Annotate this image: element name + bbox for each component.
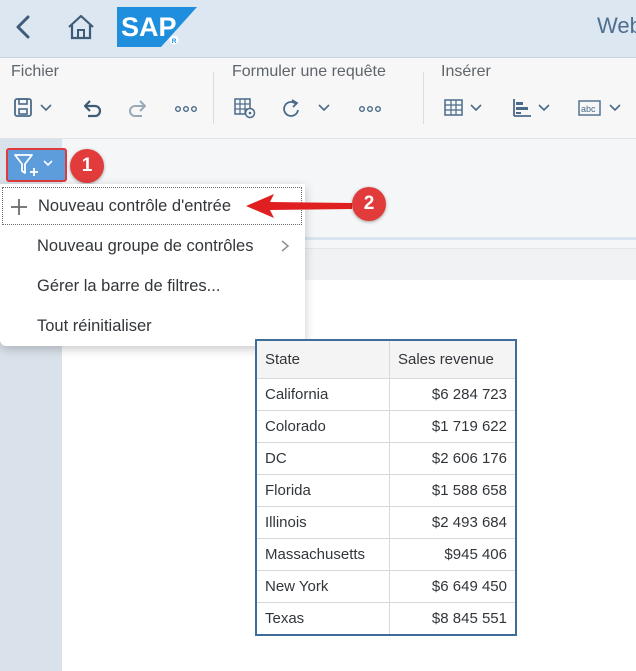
group-title-file: Fichier [11, 63, 60, 80]
column-header-sales-revenue[interactable]: Sales revenue [389, 341, 515, 379]
table-row: New York $6 649 450 [257, 570, 515, 603]
state-cell[interactable]: Illinois [257, 506, 390, 539]
svg-text:abc: abc [581, 104, 596, 114]
overflow-icon [359, 105, 382, 112]
revenue-cell[interactable]: $2 606 176 [389, 442, 515, 475]
revenue-cell[interactable]: $2 493 684 [389, 506, 515, 539]
insert-table-button[interactable] [443, 96, 485, 120]
sap-logo[interactable]: SAP R [117, 7, 197, 47]
revenue-cell[interactable]: $1 719 622 [389, 410, 515, 443]
redo-icon [129, 100, 146, 117]
table-row: DC $2 606 176 [257, 442, 515, 475]
app-title: Web [597, 13, 636, 38]
state-cell[interactable]: Florida [257, 474, 390, 507]
table-row: Massachusetts $945 406 [257, 538, 515, 571]
insert-text-button[interactable]: abc [578, 96, 626, 120]
table-icon [444, 99, 482, 116]
refresh-button[interactable] [280, 96, 336, 120]
toolbar: Fichier Formuler une requête Insérer abc [0, 58, 636, 139]
menu-item-label: Nouveau groupe de contrôles [37, 236, 254, 255]
more-file-button[interactable] [174, 96, 198, 120]
filter-add-icon [14, 154, 53, 176]
save-icon [14, 98, 52, 117]
overflow-icon [175, 105, 198, 112]
query-settings-button[interactable] [233, 96, 257, 120]
menu-item-manage-filter-bar[interactable]: Gérer la barre de filtres... [0, 266, 305, 306]
more-query-button[interactable] [358, 96, 382, 120]
refresh-icon [283, 99, 330, 117]
home-icon[interactable] [62, 9, 100, 45]
state-cell[interactable]: DC [257, 442, 390, 475]
menu-item-label: Nouveau contrôle d'entrée [38, 196, 232, 215]
table-header-row: State Sales revenue [257, 341, 515, 379]
group-title-insert: Insérer [441, 63, 491, 80]
plus-icon [11, 199, 27, 215]
undo-button[interactable] [80, 96, 104, 120]
column-header-state[interactable]: State [257, 341, 390, 379]
menu-item-label: Gérer la barre de filtres... [37, 276, 221, 295]
step-marker-1: 1 [70, 149, 104, 183]
sales-table: State Sales revenue California $6 284 723… [255, 339, 517, 636]
toolbar-separator [423, 72, 424, 124]
svg-text:R: R [172, 38, 177, 45]
toolbar-separator [213, 72, 214, 124]
insert-chart-button[interactable] [511, 96, 553, 120]
state-cell[interactable]: New York [257, 570, 390, 603]
group-title-query: Formuler une requête [232, 63, 386, 80]
add-filter-button[interactable] [6, 148, 67, 182]
revenue-cell[interactable]: $945 406 [389, 538, 515, 571]
step-marker-2: 2 [352, 187, 386, 221]
chevron-right-icon [281, 240, 290, 252]
revenue-cell[interactable]: $6 284 723 [389, 378, 515, 411]
text-cell-icon: abc [578, 100, 621, 116]
shell-header: SAP R Web [0, 0, 636, 58]
menu-item-label: Tout réinitialiser [37, 316, 152, 335]
revenue-cell[interactable]: $1 588 658 [389, 474, 515, 507]
undo-icon [83, 100, 102, 118]
revenue-cell[interactable]: $6 649 450 [389, 570, 515, 603]
revenue-cell[interactable]: $8 845 551 [390, 603, 516, 635]
bar-chart-icon [513, 99, 550, 117]
back-icon[interactable] [10, 12, 38, 42]
table-row: Texas $8 845 551 [257, 602, 516, 635]
svg-text:SAP: SAP [121, 12, 177, 42]
table-row: Illinois $2 493 684 [257, 506, 515, 539]
grid-settings-icon [234, 98, 256, 119]
annotation-arrow [246, 194, 352, 218]
state-cell[interactable]: Colorado [257, 410, 390, 443]
menu-item-new-control-group[interactable]: Nouveau groupe de contrôles [0, 226, 305, 266]
redo-button[interactable] [126, 96, 150, 120]
table-row: Colorado $1 719 622 [257, 410, 515, 443]
save-button[interactable] [12, 96, 56, 120]
state-cell[interactable]: California [257, 378, 390, 411]
state-cell[interactable]: Texas [257, 602, 390, 634]
table-row: Florida $1 588 658 [257, 474, 515, 507]
table-row: California $6 284 723 [257, 378, 515, 411]
state-cell[interactable]: Massachusetts [257, 538, 390, 571]
